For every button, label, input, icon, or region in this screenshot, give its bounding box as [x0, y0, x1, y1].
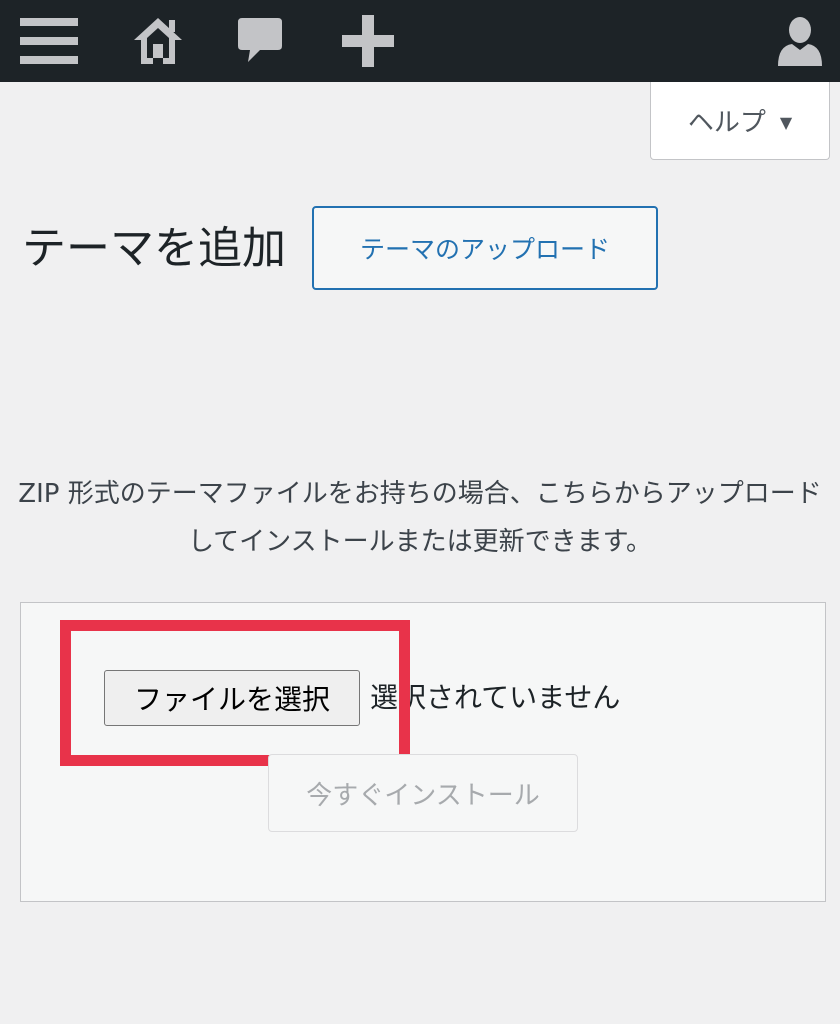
help-tab[interactable]: ヘルプ ▼: [650, 82, 830, 160]
admin-bar: [0, 0, 840, 82]
help-tab-label: ヘルプ: [687, 108, 766, 138]
user-icon[interactable]: [772, 0, 828, 82]
home-icon[interactable]: [128, 0, 188, 82]
page-title: テーマを追加: [22, 223, 286, 274]
caret-down-icon: ▼: [779, 113, 793, 132]
upload-description: ZIP 形式のテーマファイルをお持ちの場合、こちらからアップロードしてインストー…: [18, 479, 822, 557]
plus-icon[interactable]: [338, 0, 398, 82]
upload-theme-button[interactable]: テーマのアップロード: [312, 206, 658, 290]
highlight-box: [60, 620, 410, 766]
menu-icon[interactable]: [14, 0, 84, 82]
install-now-button[interactable]: 今すぐインストール: [268, 754, 578, 832]
comment-icon[interactable]: [232, 0, 288, 82]
